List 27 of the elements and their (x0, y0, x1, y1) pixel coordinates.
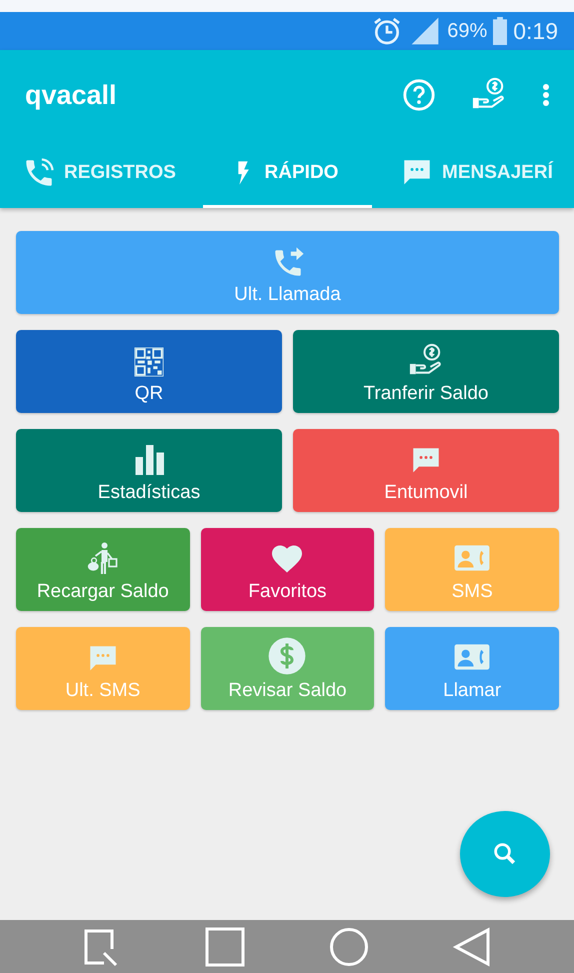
shortcut-tile[interactable]: Ult. SMS (16, 627, 190, 710)
qr-code-icon (132, 345, 166, 379)
shortcut-tile[interactable]: Entumovil (293, 429, 559, 512)
shortcut-tile[interactable]: SMS (385, 528, 559, 611)
app-title: qvacall (25, 80, 118, 110)
tab[interactable]: MENSAJERÍ (372, 140, 574, 208)
tab[interactable]: REGISTROS (0, 140, 203, 208)
tab[interactable]: RÁPIDO (203, 140, 372, 208)
clock-time: 0:19 (513, 18, 558, 44)
shortcut-tile[interactable]: Estadísticas (16, 429, 282, 512)
shortcut-tile[interactable]: Revisar Saldo (200, 627, 374, 710)
shortcut-tile[interactable]: Tranferir Saldo (293, 330, 559, 413)
help-button[interactable] (402, 78, 436, 112)
search-button[interactable] (460, 811, 550, 897)
shortcut-tile[interactable]: QR (16, 330, 282, 413)
shortcut-tile[interactable]: Favoritos (200, 528, 374, 611)
shortcut-tile[interactable]: Recargar Saldo (16, 528, 190, 611)
dollar-coin-icon (267, 636, 308, 676)
battery-icon (493, 17, 508, 45)
shortcut-tile[interactable]: Llamar (385, 627, 559, 710)
recents-button[interactable] (205, 926, 246, 966)
more-menu-button[interactable] (542, 81, 550, 109)
battery-percent: 69% (447, 20, 488, 42)
back-button[interactable] (452, 926, 492, 966)
signal-icon (409, 15, 442, 47)
shortcut-tile[interactable]: Ult. Llamada (16, 231, 559, 314)
home-button[interactable] (328, 926, 369, 966)
